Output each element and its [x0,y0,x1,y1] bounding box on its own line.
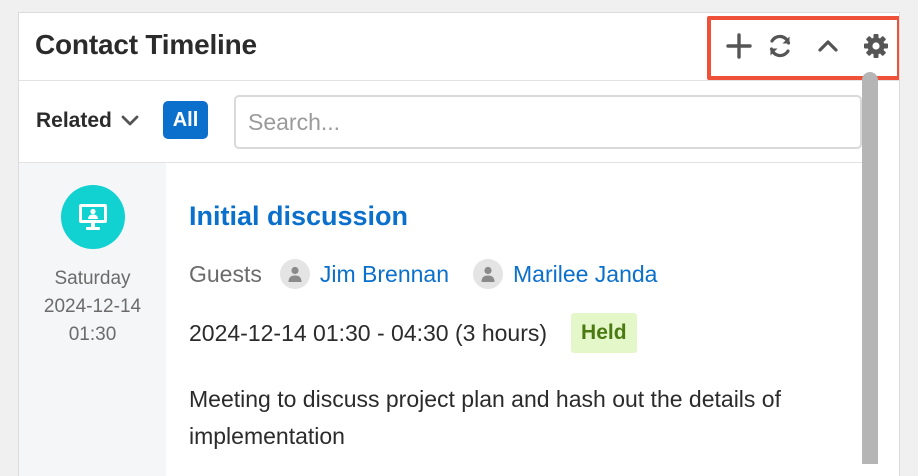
guests-label: Guests [189,260,262,287]
search-input[interactable] [234,95,862,149]
all-filter-button[interactable]: All [163,101,208,139]
dashlet-title: Contact Timeline [35,29,257,60]
timeline-date: Saturday 2024-12-14 01:30 [19,265,166,349]
refresh-button[interactable] [765,31,795,61]
refresh-icon [769,34,791,58]
collapse-button[interactable] [813,31,843,61]
contact-timeline-dashlet: Contact Timeline Related All Search... S… [18,12,900,476]
timeline-day: Saturday [54,268,131,289]
chevron-up-icon [818,40,838,52]
guest-name: Marilee Janda [513,260,658,287]
timeline-time: 01:30 [68,324,117,345]
time-row: 2024-12-14 01:30 - 04:30 (3 hours) Held [189,313,637,353]
meeting-icon [79,204,107,230]
meeting-subject-link[interactable]: Initial discussion [189,201,408,232]
timeline-toolbar: Related All [19,81,875,163]
guest-link[interactable]: Jim Brennan [279,259,449,289]
settings-button[interactable] [861,31,891,61]
meeting-time-range: 2024-12-14 01:30 - 04:30 (3 hours) [189,319,548,346]
gear-icon [864,34,888,58]
guests-row: Guests Jim Brennan Marilee Janda [189,259,681,289]
guest-name: Jim Brennan [319,260,449,287]
person-icon [279,259,310,289]
chevron-down-icon [121,115,139,126]
guest-link[interactable]: Marilee Janda [473,259,657,289]
scrollbar[interactable] [862,72,878,464]
status-badge: Held [571,313,637,353]
add-button[interactable] [724,31,754,61]
timeline-date-value: 2024-12-14 [43,296,142,317]
timeline-date-column: Saturday 2024-12-14 01:30 [19,163,166,476]
person-icon [473,259,503,289]
plus-icon [726,33,752,59]
meeting-description: Meeting to discuss project plan and hash… [189,386,781,449]
related-dropdown[interactable]: Related [36,109,140,133]
meeting-type-badge [61,185,125,249]
related-label: Related [36,109,112,132]
dashlet-header: Contact Timeline [19,13,899,81]
